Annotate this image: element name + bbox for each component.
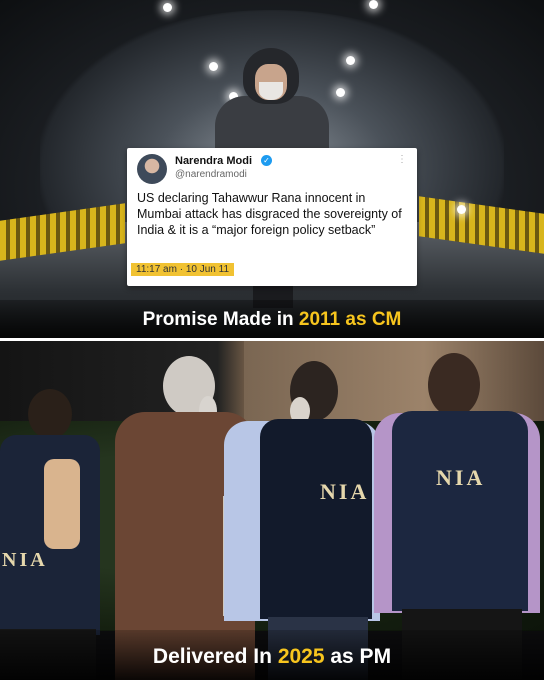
ceiling-light <box>346 56 355 65</box>
caption-bottom-prefix: Delivered In <box>152 645 278 668</box>
tweet-author-name: Narendra Modi <box>175 155 253 167</box>
nia-jacket-label: NIA <box>436 465 486 490</box>
ceiling-light <box>336 88 345 97</box>
tweet-author-handle: @narendramodi <box>175 169 247 180</box>
nia-jacket-label: NIA <box>2 549 48 571</box>
caption-bottom-highlight: 2025 <box>277 645 325 668</box>
caption-top-highlight: 2011 as CM <box>298 309 402 330</box>
tweet-card: Narendra Modi ✓ @narendramodi ⋮ US decla… <box>127 148 417 286</box>
nia-jacket-label: NIA <box>320 479 370 504</box>
avatar <box>137 154 167 184</box>
caption-bottom-suffix: as PM <box>324 645 392 668</box>
ceiling-light <box>163 3 172 12</box>
verified-badge-icon: ✓ <box>261 155 272 166</box>
caption-top-prefix: Promise Made in <box>142 309 299 330</box>
more-options-icon[interactable]: ⋮ <box>397 154 407 165</box>
tweet-timestamp: 11:17 am · 10 Jun 11 <box>131 263 235 276</box>
top-photo-panel: Narendra Modi ✓ @narendramodi ⋮ US decla… <box>0 0 544 338</box>
caption-top: Promise Made in 2011 as CM <box>0 309 544 331</box>
tweet-text: US declaring Tahawwur Rana innocent in M… <box>137 191 402 237</box>
beard <box>259 82 283 100</box>
caption-bottom: Delivered In 2025 as PM <box>0 645 544 669</box>
ceiling-light <box>369 0 378 9</box>
ceiling-light <box>457 205 466 214</box>
